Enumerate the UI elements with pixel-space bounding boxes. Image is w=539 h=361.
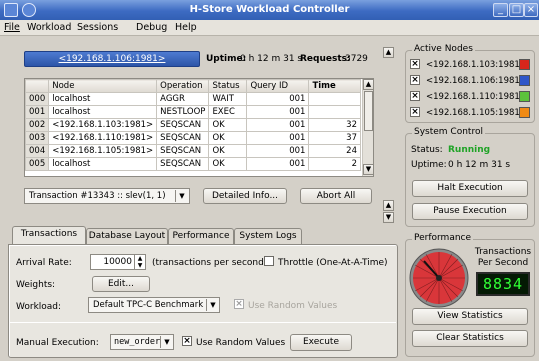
view-statistics-button[interactable]: View Statistics [412,308,528,325]
col-query-id[interactable]: Query ID [246,79,310,93]
use-random-disabled-checkbox: × [234,299,244,309]
node-color-swatch [519,91,530,102]
node-item[interactable]: × <192.168.1.110:1981> [410,91,532,105]
tab-performance[interactable]: Performance [168,228,234,244]
menu-bar: File Workload Sessions Debug Help [0,20,539,36]
menu-file[interactable]: File [4,22,20,33]
system-uptime-label: Uptime: [411,160,447,170]
main-scroll-up2-icon[interactable]: ▲ [383,200,394,211]
weights-edit-button[interactable]: Edit... [92,276,150,292]
node-item[interactable]: × <192.168.1.103:1981> [410,59,532,73]
node-color-swatch [519,75,530,86]
node-checkbox[interactable]: × [410,91,420,101]
detailed-info-button[interactable]: Detailed Info... [203,188,287,204]
chevron-down-icon[interactable]: ▼ [206,299,219,311]
pause-execution-button[interactable]: Pause Execution [412,203,528,220]
menu-debug[interactable]: Debug [136,22,167,33]
halt-execution-button[interactable]: Halt Execution [412,180,528,197]
throughput-gauge [409,248,469,308]
arrival-rate-input[interactable]: 10000 ▲ ▼ [90,254,146,270]
minimize-icon[interactable]: _ [493,3,508,17]
uptime-value: 0 h 12 m 31 s [240,54,303,64]
table-row[interactable]: 005 localhost SEQSCAN OK 001 2 [25,157,361,171]
status-value: Running [448,145,491,155]
scroll-up-icon[interactable]: ▲ [363,79,373,90]
throttle-label: Throttle (One-At-A-Time) [278,258,388,268]
tps-caption-line1: Transactions [474,247,532,257]
menu-workload[interactable]: Workload [27,22,71,33]
workload-label: Workload: [16,302,62,312]
main-scroll-up-icon[interactable]: ▲ [383,47,394,58]
arrival-rate-unit: (transactions per second) [152,258,268,268]
node-item[interactable]: × <192.168.1.106:1981> [410,75,532,89]
table-row[interactable]: 002 <192.168.1.103:1981> SEQSCAN OK 001 32 [25,118,361,132]
window-title: H-Store Workload Controller [189,4,350,15]
transaction-select[interactable]: Transaction #13343 :: slev(1, 1) ▼ [24,188,190,204]
table-row[interactable]: 000 localhost AGGR WAIT 001 [25,92,361,106]
throttle-checkbox[interactable] [264,256,274,267]
main-scroll-down-icon[interactable]: ▼ [383,212,394,223]
close-icon[interactable]: × [524,3,538,17]
chevron-down-icon[interactable]: ▼ [175,190,188,202]
col-time[interactable]: Time [308,79,361,93]
table-row[interactable]: 003 <192.168.1.110:1981> SEQSCAN OK 001 37 [25,131,361,145]
tps-caption-line2: Per Second [477,258,529,268]
divider [10,322,396,323]
scroll-thumb[interactable] [364,91,373,131]
table-scrollbar[interactable]: ▲ ▼ [362,79,373,176]
use-random-label: Use Random Values [196,338,286,348]
spinner-icon[interactable]: ▲ ▼ [134,255,145,269]
node-color-swatch [519,107,530,118]
system-uptime-value: 0 h 12 m 31 s [448,160,511,170]
clear-statistics-button[interactable]: Clear Statistics [412,330,528,347]
node-checkbox[interactable]: × [410,59,420,69]
node-checkbox[interactable]: × [410,75,420,85]
execute-button[interactable]: Execute [290,334,352,351]
abort-all-button[interactable]: Abort All [300,188,372,204]
node-checkbox[interactable]: × [410,107,420,117]
workload-select[interactable]: Default TPC-C Benchmark ▼ [88,297,220,313]
weights-label: Weights: [16,280,56,290]
use-random-checkbox[interactable]: × [182,336,192,347]
title-bar: H-Store Workload Controller _ □ × [0,0,539,20]
col-node[interactable]: Node [48,79,158,93]
requests-label: Requests: [300,54,351,64]
use-random-disabled-label: Use Random Values [248,301,338,311]
menu-help[interactable]: Help [175,22,197,33]
manual-execution-label: Manual Execution: [16,338,99,348]
operations-table: Node Operation Status Query ID Time 000 l… [24,78,374,177]
col-operation[interactable]: Operation [156,79,210,93]
tps-lcd-display: 8834 [476,272,530,296]
maximize-icon[interactable]: □ [509,3,524,17]
chevron-down-icon[interactable]: ▼ [160,336,173,348]
menu-sessions[interactable]: Sessions [77,22,118,33]
node-color-swatch [519,59,530,70]
host-button[interactable]: <192.168.1.106:1981> [24,51,200,67]
status-label: Status: [411,145,443,155]
node-item[interactable]: × <192.168.1.105:1981> [410,107,532,121]
table-row[interactable]: 004 <192.168.1.105:1981> SEQSCAN OK 001 24 [25,144,361,158]
table-row[interactable]: 001 localhost NESTLOOP EXEC 001 [25,105,361,119]
arrival-rate-label: Arrival Rate: [16,258,72,268]
col-status[interactable]: Status [208,79,248,93]
scroll-down-icon[interactable]: ▼ [363,164,373,175]
table-header-row: Node Operation Status Query ID Time [25,79,361,93]
tab-transactions[interactable]: Transactions [12,226,86,244]
tab-system-logs[interactable]: System Logs [234,228,302,244]
tab-database-layout[interactable]: Database Layout [86,228,168,244]
requests-value: 3729 [345,54,368,64]
manual-procedure-select[interactable]: new_order ▼ [110,334,174,350]
